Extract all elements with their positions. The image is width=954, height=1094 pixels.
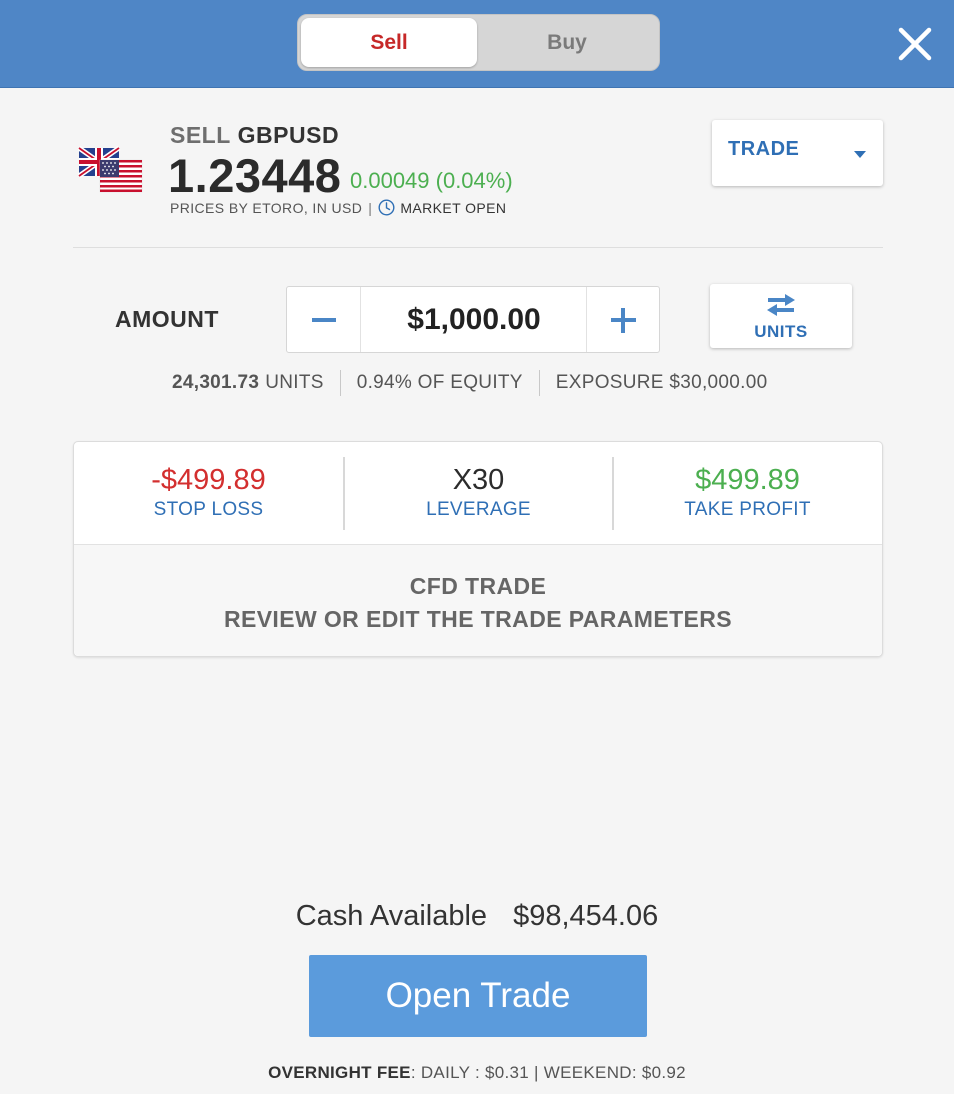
take-profit-label: TAKE PROFIT <box>684 499 811 520</box>
open-trade-button[interactable]: Open Trade <box>309 955 647 1037</box>
cfd-notice-subtitle: REVIEW OR EDIT THE TRADE PARAMETERS <box>223 606 733 632</box>
symbol-label: GBPUSD <box>237 122 340 148</box>
overnight-fee-label: OVERNIGHT FEE <box>268 1063 411 1082</box>
leverage-label: LEVERAGE <box>426 499 531 520</box>
sell-tab[interactable]: Sell <box>301 18 477 67</box>
prices-by-label: PRICES BY ETORO, IN USD <box>170 199 363 216</box>
stop-loss-label: STOP LOSS <box>153 499 264 520</box>
meta-separator: | <box>368 199 373 216</box>
clock-icon <box>378 199 395 216</box>
summary-divider <box>538 370 540 396</box>
market-status: MARKET OPEN <box>400 199 507 216</box>
leverage-button[interactable]: X30 LEVERAGE <box>344 442 613 545</box>
stop-loss-button[interactable]: -$499.89 STOP LOSS <box>74 442 343 545</box>
cash-available: Cash Available $98,454.06 <box>0 900 954 933</box>
cfd-notice: CFD TRADE REVIEW OR EDIT THE TRADE PARAM… <box>74 545 882 656</box>
exposure-value: EXPOSURE $30,000.00 <box>555 372 768 393</box>
amount-input[interactable]: $1,000.00 <box>362 287 586 352</box>
amount-stepper: $1,000.00 <box>286 286 660 353</box>
amount-label: AMOUNT <box>115 306 219 332</box>
close-icon[interactable] <box>893 22 937 66</box>
action-label: SELL <box>170 122 231 148</box>
chevron-down-icon <box>854 151 866 158</box>
swap-arrows-icon <box>767 294 795 316</box>
top-bar: Sell Buy <box>0 0 954 88</box>
overnight-fee-detail: : DAILY : $0.31 | WEEKEND: $0.92 <box>410 1063 686 1082</box>
cash-available-label: Cash Available <box>295 900 488 932</box>
take-profit-value: $499.89 <box>695 464 800 496</box>
units-toggle-button[interactable]: UNITS <box>710 284 852 348</box>
units-value: 24,301.73 <box>172 372 260 393</box>
leverage-value: X30 <box>452 464 505 496</box>
price-change: 0.00049 (0.04%) <box>350 168 513 193</box>
units-toggle-label: UNITS <box>754 322 808 341</box>
order-type-value: TRADE <box>728 138 800 160</box>
units-suffix: UNITS <box>265 372 324 393</box>
cash-available-value: $98,454.06 <box>513 900 659 932</box>
gbp-usd-flag-icon <box>78 146 143 193</box>
order-type-dropdown[interactable]: TRADE <box>712 120 883 186</box>
buy-tab[interactable]: Buy <box>479 18 655 67</box>
sell-buy-toggle: Sell Buy <box>297 14 660 71</box>
trade-parameters-card: -$499.89 STOP LOSS X30 LEVERAGE $499.89 … <box>73 441 883 657</box>
amount-summary: 24,301.73 UNITS 0.94% OF EQUITY EXPOSURE… <box>172 370 767 396</box>
price-source: PRICES BY ETORO, IN USD | MARKET OPEN <box>170 199 506 216</box>
decrease-amount-button[interactable] <box>287 287 361 352</box>
header-divider <box>73 247 883 248</box>
cfd-notice-title: CFD TRADE <box>409 573 547 599</box>
instrument-title: SELL GBPUSD <box>170 122 339 149</box>
take-profit-button[interactable]: $499.89 TAKE PROFIT <box>613 442 882 545</box>
overnight-fee: OVERNIGHT FEE: DAILY : $0.31 | WEEKEND: … <box>0 1063 954 1083</box>
summary-divider <box>339 370 341 396</box>
increase-amount-button[interactable] <box>586 287 659 352</box>
stop-loss-value: -$499.89 <box>151 464 266 496</box>
current-price: 1.23448 <box>168 149 342 202</box>
equity-percent: 0.94% OF EQUITY <box>356 372 523 393</box>
